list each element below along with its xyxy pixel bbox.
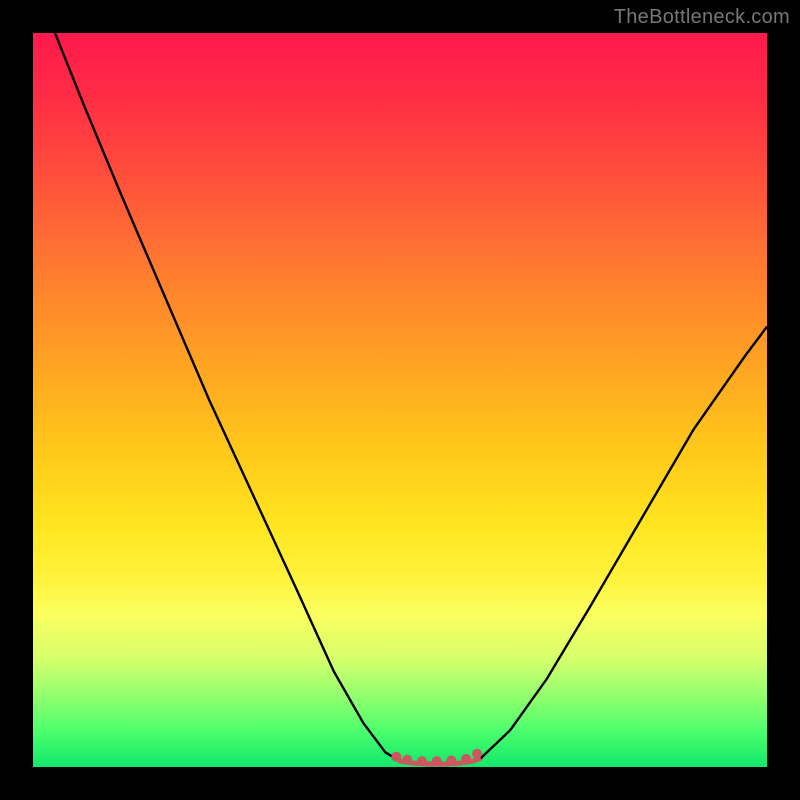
marker-dot <box>417 756 427 766</box>
watermark-text: TheBottleneck.com <box>614 6 790 29</box>
marker-dot <box>472 749 482 759</box>
curve-left <box>55 33 400 761</box>
marker-dot <box>391 752 401 762</box>
plot-area <box>33 33 767 767</box>
marker-dot <box>446 755 456 765</box>
curve-right <box>481 327 767 759</box>
marker-dot <box>461 754 471 764</box>
curve-svg <box>33 33 767 767</box>
marker-dot <box>402 755 412 765</box>
chart-frame: TheBottleneck.com <box>0 0 800 800</box>
marker-dot <box>432 756 442 766</box>
